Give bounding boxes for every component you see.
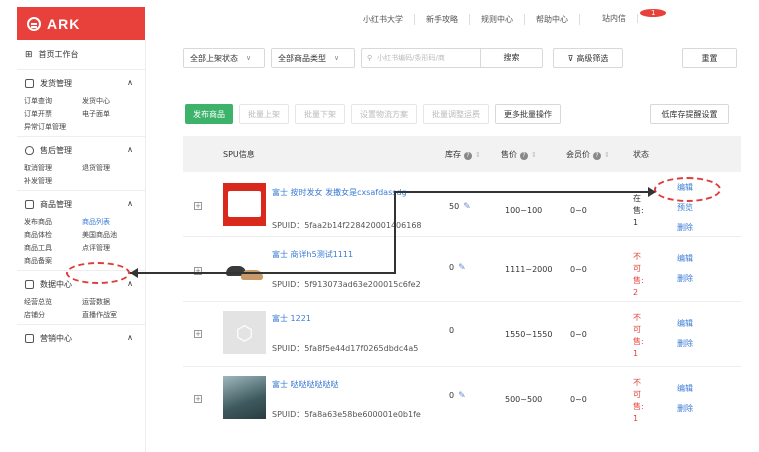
- arrow-head-right: [648, 187, 656, 197]
- arrow-head-left: [130, 268, 138, 278]
- arrow-line: [130, 191, 648, 274]
- annotation-arrow: [130, 187, 656, 278]
